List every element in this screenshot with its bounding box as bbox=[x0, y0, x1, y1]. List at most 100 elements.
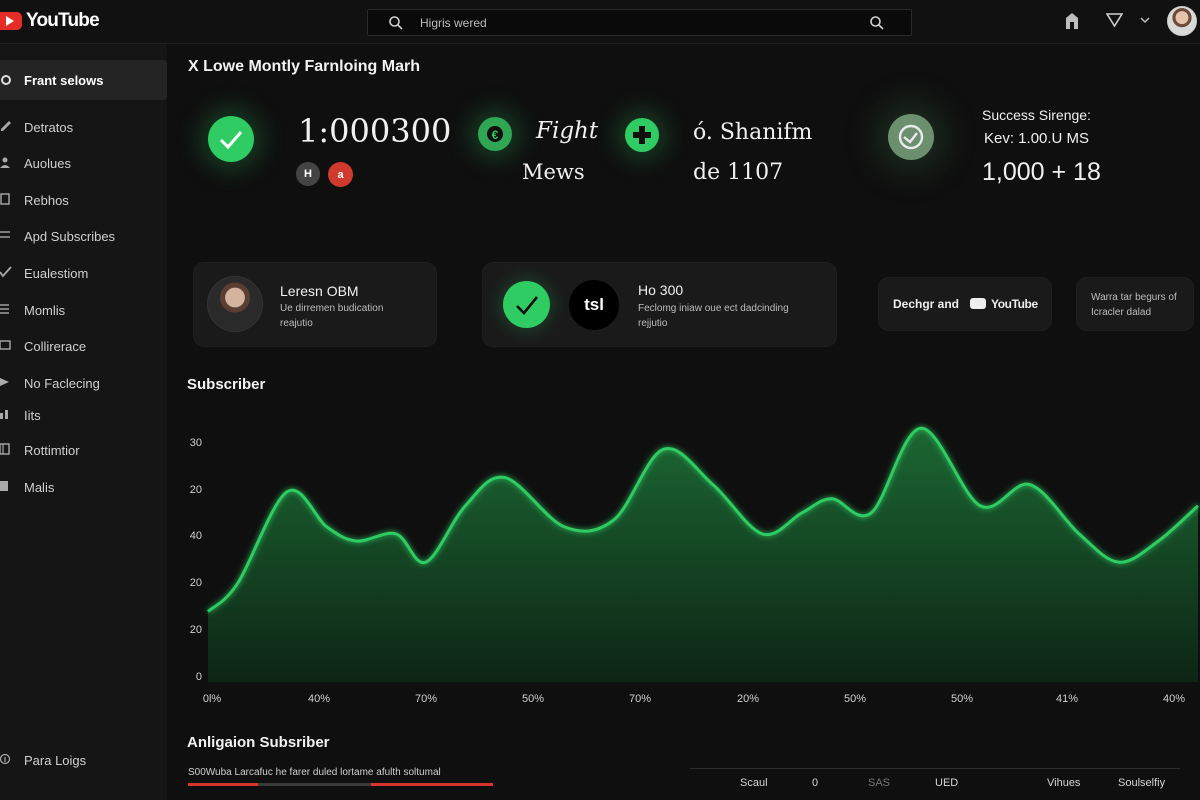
column-header[interactable]: UED bbox=[935, 777, 958, 789]
sidebar-item-label: Frant selows bbox=[24, 72, 104, 88]
x-tick-label: 50% bbox=[951, 693, 973, 705]
column-header[interactable]: Soulselfiy bbox=[1118, 777, 1165, 789]
x-tick-label: 0l% bbox=[203, 693, 222, 705]
column-header[interactable]: Vihues bbox=[1047, 777, 1080, 789]
main-stat-value: 1:000300 bbox=[298, 112, 452, 150]
euro-icon: € bbox=[478, 117, 512, 151]
brand-badge: tsl bbox=[569, 280, 619, 330]
bottom-description: S00Wuba Larcafuc he farer duled lortame … bbox=[188, 767, 441, 778]
sidebar-item-label: Iits bbox=[24, 407, 41, 423]
avatar bbox=[207, 276, 263, 332]
badge-a[interactable]: a bbox=[328, 162, 353, 187]
bars-icon bbox=[0, 410, 8, 419]
note-line-2: Icracler dalad bbox=[1091, 307, 1152, 318]
y-tick-label: 30 bbox=[190, 437, 202, 449]
refresh-icon bbox=[888, 114, 934, 160]
success-title: Success Sirenge: bbox=[982, 107, 1091, 123]
sidebar-item-label: Auolues bbox=[24, 155, 71, 171]
x-tick-label: 50% bbox=[844, 693, 866, 705]
profile-card-title: Leresn OBM bbox=[280, 283, 359, 299]
success-sub: Kev: 1.00.U MS bbox=[984, 130, 1090, 147]
sidebar-footer-item[interactable]: Para Loigs bbox=[0, 742, 167, 778]
search-submit-icon[interactable] bbox=[869, 15, 885, 31]
sidebar-item-5[interactable]: Eualestiom bbox=[0, 255, 167, 291]
sidebar-item-2[interactable]: Auolues bbox=[0, 145, 167, 181]
profile-card-sub: Ue dirremen budication bbox=[280, 303, 384, 314]
bottom-section-title: Anligaion Subsriber bbox=[187, 734, 330, 751]
sidebar-item-11[interactable]: Malis bbox=[0, 469, 167, 505]
column-header[interactable]: 0 bbox=[812, 777, 818, 789]
doc-icon bbox=[0, 481, 8, 491]
youtube-logo[interactable]: YouTube bbox=[0, 10, 100, 32]
y-tick-label: 20 bbox=[190, 577, 202, 589]
y-tick-label: 40 bbox=[190, 530, 202, 542]
sidebar-item-label: Para Loigs bbox=[24, 752, 87, 768]
info-card[interactable]: tsl Ho 300 Feclomg iniaw oue ect dadcind… bbox=[483, 263, 836, 346]
sidebar-item-3[interactable]: Rebhos bbox=[0, 182, 167, 218]
chart-series-line bbox=[206, 426, 1199, 613]
profile-card[interactable]: Leresn OBM Ue dirremen budication reajut… bbox=[194, 263, 436, 346]
design-card[interactable]: Dechgr and YouTube bbox=[879, 278, 1051, 330]
info-card-title: Ho 300 bbox=[638, 282, 684, 298]
search-input[interactable] bbox=[420, 14, 820, 32]
column-header[interactable]: SAS bbox=[868, 777, 890, 789]
sidebar-item-7[interactable]: Collirerace bbox=[0, 328, 167, 364]
success-check-icon bbox=[208, 116, 254, 162]
gear-icon bbox=[1, 75, 11, 85]
note-card[interactable]: Warra tar begurs of Icracler dalad bbox=[1077, 278, 1193, 330]
fight-label: Fight bbox=[536, 118, 599, 144]
play-icon bbox=[0, 12, 22, 30]
info-card-sub: Feclomg iniaw oue ect dadcinding bbox=[638, 303, 789, 314]
youtube-play-icon bbox=[970, 298, 986, 309]
sidebar-item-0[interactable]: Frant selows bbox=[0, 60, 167, 100]
search-bar[interactable] bbox=[367, 9, 912, 36]
sidebar-item-label: Eualestiom bbox=[24, 265, 89, 281]
plus-icon[interactable] bbox=[625, 118, 659, 152]
app-name: YouTube bbox=[26, 10, 100, 31]
mews-label: Mews bbox=[522, 160, 585, 184]
sidebar-item-label: Malis bbox=[24, 479, 55, 495]
info-icon bbox=[0, 753, 11, 765]
svg-text:€: € bbox=[492, 128, 499, 142]
check-icon bbox=[503, 281, 550, 328]
home-icon[interactable] bbox=[1064, 12, 1080, 30]
sidebar-item-label: Momlis bbox=[24, 302, 66, 318]
badge-h[interactable]: H bbox=[296, 162, 320, 186]
sidebar-item-label: Collirerace bbox=[24, 338, 87, 354]
y-tick-label: 20 bbox=[190, 624, 202, 636]
progress-fill-secondary bbox=[371, 783, 493, 786]
sidebar-item-9[interactable]: Iits bbox=[0, 397, 167, 433]
de-label: de 1107 bbox=[693, 160, 784, 185]
info-card-sub2: rejjutio bbox=[638, 318, 668, 329]
sidebar-item-1[interactable]: Detratos bbox=[0, 109, 167, 145]
search-icon[interactable] bbox=[388, 15, 404, 31]
sidebar-item-8[interactable]: No Faclecing bbox=[0, 365, 167, 401]
sidebar-item-4[interactable]: Apd Subscribes bbox=[0, 218, 167, 254]
sidebar-item-label: Rottimtior bbox=[24, 442, 80, 458]
note-line-1: Warra tar begurs of bbox=[1091, 292, 1177, 303]
chart-title: Subscriber bbox=[187, 376, 266, 393]
success-value: 1,000 + 18 bbox=[982, 158, 1101, 186]
sidebar-item-6[interactable]: Momlis bbox=[0, 292, 167, 328]
list-icon bbox=[0, 231, 10, 238]
column-header[interactable]: Scaul bbox=[740, 777, 768, 789]
x-tick-label: 40% bbox=[308, 693, 330, 705]
star-icon bbox=[0, 378, 9, 386]
progress-fill bbox=[188, 783, 258, 786]
progress-track bbox=[188, 783, 493, 786]
sidebar-item-label: Detratos bbox=[24, 119, 74, 135]
y-tick-label: 0 bbox=[196, 671, 202, 683]
profile-card-sub2: reajutio bbox=[280, 318, 313, 329]
chevron-down-icon[interactable] bbox=[1140, 16, 1150, 24]
x-tick-label: 70% bbox=[629, 693, 651, 705]
sidebar-item-label: No Faclecing bbox=[24, 375, 100, 391]
sidebar-item-10[interactable]: Rottimtior bbox=[0, 432, 167, 468]
filter-icon[interactable] bbox=[1106, 12, 1123, 28]
x-tick-label: 40% bbox=[1163, 693, 1185, 705]
x-tick-label: 41% bbox=[1056, 693, 1078, 705]
sidebar-item-label: Rebhos bbox=[24, 192, 69, 208]
chart-area bbox=[208, 428, 1198, 682]
pencil-icon bbox=[1, 121, 11, 131]
avatar[interactable] bbox=[1167, 6, 1197, 36]
folder-icon bbox=[0, 340, 11, 350]
